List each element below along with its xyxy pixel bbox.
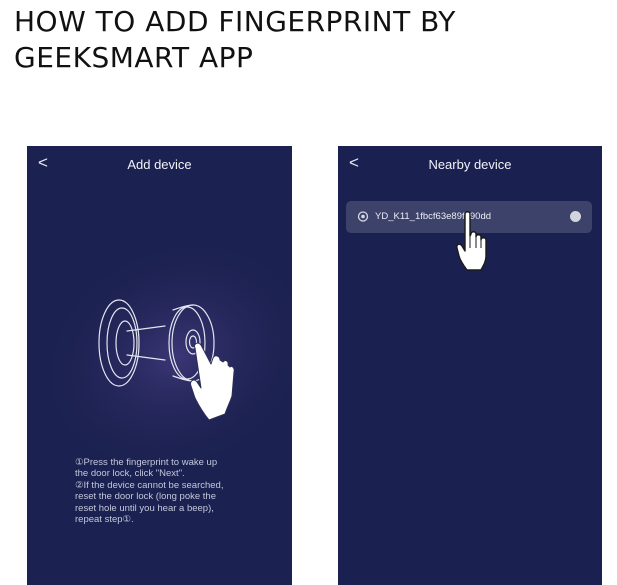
- screen-title: Add device: [127, 157, 192, 172]
- add-device-screen: < Add device ①Press the fingerprint to w…: [27, 146, 292, 585]
- heading-line-1: HOW TO ADD FINGERPRINT BY: [14, 5, 456, 38]
- device-select-radio[interactable]: [570, 211, 581, 222]
- nav-bar: < Add device: [27, 146, 292, 184]
- door-knob-fingerprint-illustration: [98, 299, 235, 421]
- heading-line-2: GEEKSMART APP: [14, 41, 254, 74]
- instructions-text: ①Press the fingerprint to wake up the do…: [75, 457, 224, 526]
- screen-title: Nearby device: [428, 157, 512, 172]
- lock-icon: [357, 211, 369, 222]
- pointer-hand-icon: [456, 211, 487, 271]
- page-heading: HOW TO ADD FINGERPRINT BY GEEKSMART APP: [14, 4, 604, 76]
- nav-bar: < Nearby device: [338, 146, 602, 184]
